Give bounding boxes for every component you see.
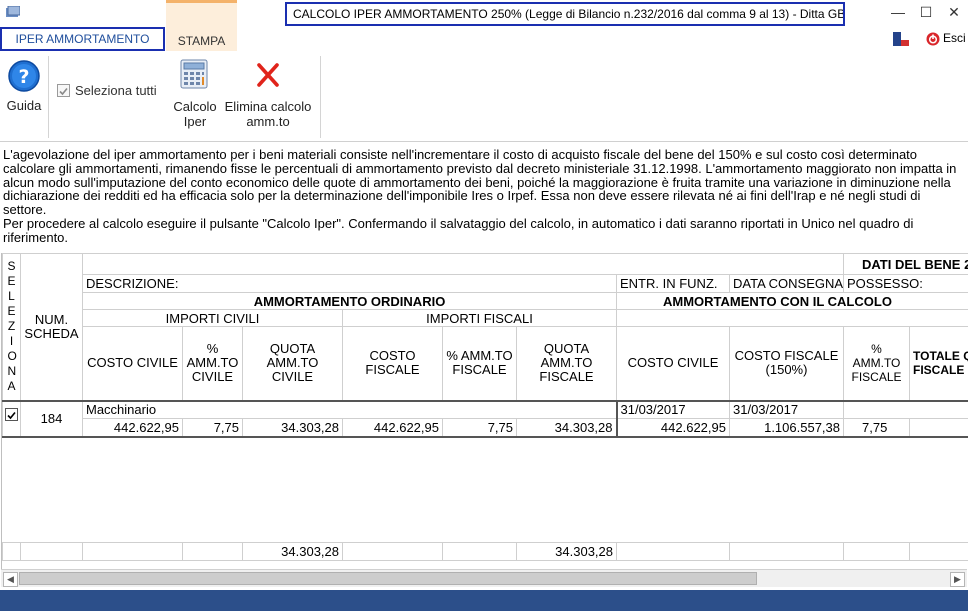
total-quota-civile-cell: 34.303,28 (242, 542, 343, 561)
exit-label: Esci (943, 31, 966, 45)
horizontal-scrollbar[interactable]: ◀ ▶ (1, 569, 967, 587)
possesso-header: POSSESSO: (842, 274, 968, 293)
elimina-calcolo-button[interactable]: Elimina calcolo amm.to (222, 58, 314, 129)
svg-text:?: ? (18, 66, 29, 88)
ribbon: ? Guida Seleziona tutti Calcolo Iper Eli… (0, 52, 968, 142)
description-paragraph: L'agevolazione del iper ammortamento per… (3, 147, 957, 218)
table-row[interactable]: 184 Macchinario 31/03/2017 31/03/2017 (2, 400, 968, 437)
scroll-thumb[interactable] (19, 572, 757, 585)
entr-funz-cell: 31/03/2017 (615, 400, 730, 419)
dati-bene-header: DATI DEL BENE 2017 (842, 253, 968, 275)
amm-fiscale-calc-header: % AMM.TO FISCALE (843, 326, 910, 401)
amm-fiscale-cell: 7,75 (442, 418, 517, 437)
amm-civile-header: % AMM.TO CIVILE (182, 326, 243, 401)
flag-icon[interactable] (893, 32, 909, 46)
maximize-button[interactable]: ☐ (916, 4, 936, 20)
table-row[interactable]: 442.622,95 7,75 34.303,28 442.622,95 7,7… (2, 418, 968, 437)
costo-civile-cell: 442.622,95 (82, 418, 183, 437)
tab-iper-ammortamento[interactable]: IPER AMMORTAMENTO (0, 27, 165, 51)
amm-fiscale-header: % AMM.TO FISCALE (442, 326, 517, 401)
exit-icon (926, 32, 940, 46)
quota-fiscale-cell: 34.303,28 (516, 418, 617, 437)
status-bar (0, 590, 968, 611)
exit-button[interactable]: Esci (926, 31, 968, 47)
checkbox-checked-icon (57, 84, 70, 97)
row-checkbox-checked-icon[interactable] (5, 407, 18, 421)
elimina-calcolo-label-1: Elimina calcolo (224, 99, 312, 114)
description: L'agevolazione del iper ammortamento per… (3, 148, 963, 245)
costo-civile-calc-cell: 442.622,95 (615, 418, 730, 437)
delete-icon (257, 63, 279, 87)
tab-stampa-label: STAMPA (177, 34, 226, 48)
col-num-scheda-header: NUM. SCHEDA (20, 253, 83, 402)
costo-fiscale-150-cell: 1.106.557,38 (729, 418, 844, 437)
amm-civile-cell: 7,75 (182, 418, 243, 437)
calcolo-iper-button[interactable]: Calcolo Iper (170, 58, 220, 129)
data-consegna-header: DATA CONSEGNA (729, 274, 844, 293)
scroll-right-arrow-icon[interactable]: ▶ (950, 572, 965, 587)
select-all-label: Seleziona tutti (75, 83, 157, 98)
row-select-cell[interactable] (2, 400, 21, 437)
importi-civili-header: IMPORTI CIVILI (82, 309, 343, 327)
descrizione-cell: Macchinario (82, 400, 617, 419)
costo-fiscale-header: COSTO FISCALE (342, 326, 443, 401)
close-button[interactable]: ✕ (944, 4, 964, 20)
amm-con-calcolo-header: AMMORTAMENTO CON IL CALCOLO (615, 292, 968, 310)
window-title: CALCOLO IPER AMMORTAMENTO 250% (Legge di… (285, 2, 845, 26)
costo-civile-header: COSTO CIVILE (82, 326, 183, 401)
help-label: Guida (6, 98, 42, 113)
calcolo-iper-label-2: Iper (183, 114, 207, 129)
calcolo-iper-label-1: Calcolo (173, 99, 217, 114)
entr-funz-header: ENTR. IN FUNZ. (616, 274, 730, 293)
app-icon (6, 5, 21, 18)
importi-fiscali-header: IMPORTI FISCALI (342, 309, 617, 327)
description-paragraph: Per procedere al calcolo eseguire il pul… (3, 215, 914, 245)
amm-fiscale-calc-cell: 7,75 (843, 418, 910, 437)
scroll-left-arrow-icon[interactable]: ◀ (3, 572, 18, 587)
quota-fiscale-header: QUOTA AMM.TO FISCALE (516, 326, 617, 401)
totals-row: 34.303,28 34.303,28 (2, 542, 968, 561)
total-quota-fiscale-cell: 34.303,28 (516, 542, 617, 561)
ribbon-separator (320, 56, 321, 138)
select-all-checkbox[interactable]: Seleziona tutti (57, 83, 169, 101)
quota-civile-header: QUOTA AMM.TO CIVILE (242, 326, 343, 401)
data-consegna-cell: 31/03/2017 (729, 400, 844, 419)
costo-fiscale-150-header: COSTO FISCALE (150%) (729, 326, 844, 401)
col-seleziona-header: SELEZIONA (2, 253, 21, 402)
descrizione-header: DESCRIZIONE: (82, 274, 617, 293)
calculator-icon (180, 59, 208, 89)
data-grid: SELEZIONA NUM. SCHEDA DATI DEL BENE 2017… (1, 253, 968, 569)
ribbon-separator (48, 56, 49, 138)
amm-ordinario-header: AMMORTAMENTO ORDINARIO (82, 292, 617, 310)
minimize-button[interactable]: — (888, 4, 908, 20)
costo-fiscale-cell: 442.622,95 (342, 418, 443, 437)
totale-quota-iper-header: TOTALE QUOTA IPER AMM.TO FISCALE (908, 326, 968, 401)
seleziona-text: SELEZIONA (7, 259, 17, 394)
num-scheda-cell: 184 (20, 400, 83, 437)
costo-civile-calc-header: COSTO CIVILE (616, 326, 730, 401)
elimina-calcolo-label-2: amm.to (246, 114, 290, 129)
quota-civile-cell: 34.303,28 (242, 418, 343, 437)
tab-stampa[interactable]: STAMPA (166, 0, 237, 51)
help-icon: ? (8, 60, 40, 92)
title-bar: CALCOLO IPER AMMORTAMENTO 250% (Legge di… (0, 0, 968, 53)
help-button[interactable]: ? Guida (2, 58, 46, 114)
